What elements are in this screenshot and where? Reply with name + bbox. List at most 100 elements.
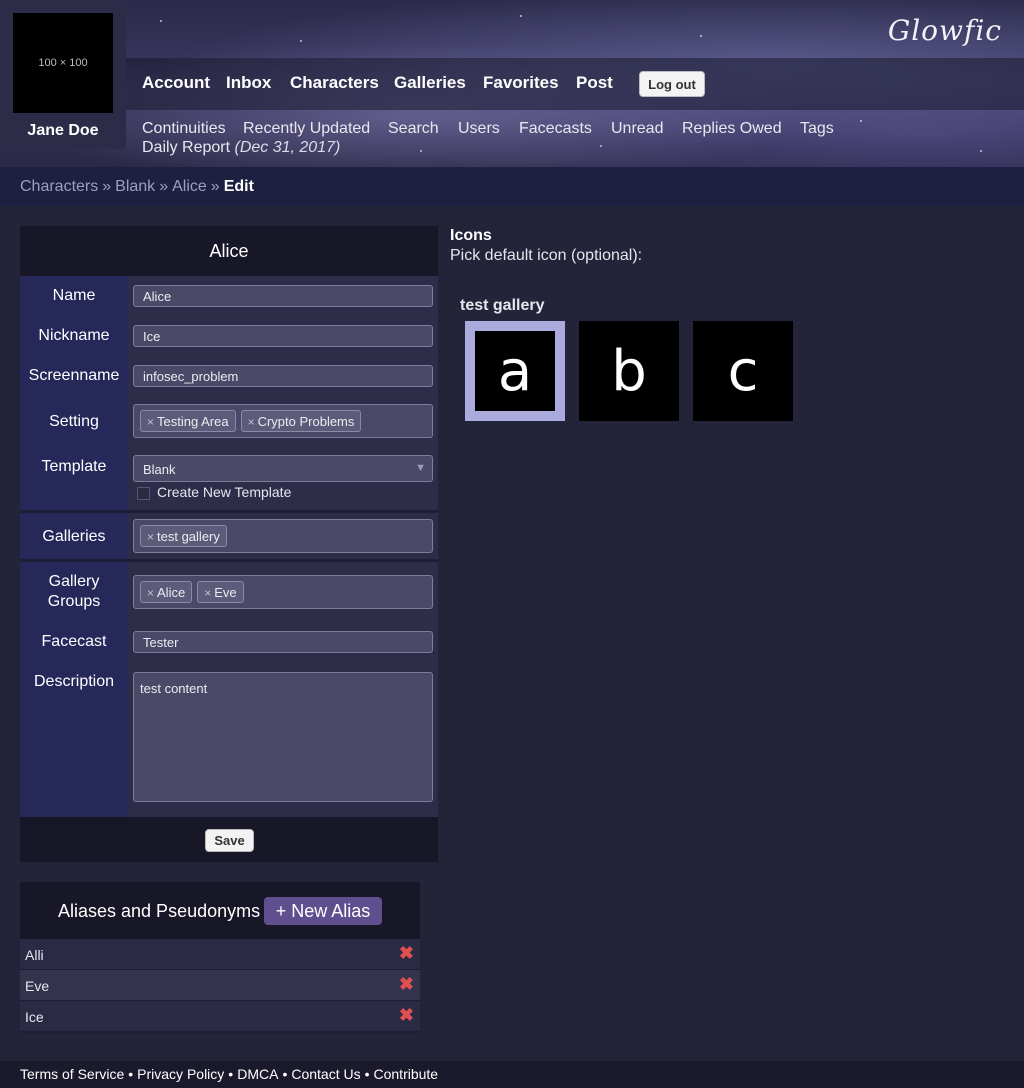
- breadcrumb-blank[interactable]: Blank: [115, 178, 155, 195]
- main-nav: Account Inbox Characters Galleries Favor…: [126, 58, 1024, 110]
- nickname-row: Nickname: [20, 316, 438, 356]
- nav-inbox[interactable]: Inbox: [226, 73, 271, 93]
- nav-galleries[interactable]: Galleries: [394, 73, 466, 93]
- site-footer: Terms of Service • Privacy Policy • DMCA • Con…: [0, 1061, 1024, 1088]
- character-edit-form: Alice Name Nickname Screenname Setting ×…: [20, 226, 438, 862]
- delete-icon[interactable]: ✖: [399, 974, 414, 995]
- subnav-users[interactable]: Users: [458, 120, 500, 138]
- setting-field-cell: × Testing Area × Crypto Problems: [128, 396, 438, 446]
- breadcrumb-alice[interactable]: Alice: [172, 178, 207, 195]
- icon-tile-b[interactable]: b: [579, 321, 679, 421]
- screenname-label: Screenname: [20, 356, 128, 396]
- daily-report-link[interactable]: Daily Report (Dec 31, 2017): [142, 139, 340, 157]
- icon-tile-letter: b: [611, 338, 647, 404]
- nav-post[interactable]: Post: [576, 73, 613, 93]
- setting-tag-input[interactable]: × Testing Area × Crypto Problems: [133, 404, 433, 438]
- template-field-cell: Blank ▼ Create New Template: [128, 446, 438, 510]
- nav-characters[interactable]: Characters: [290, 73, 379, 93]
- icon-tile-c[interactable]: c: [693, 321, 793, 421]
- star-decoration: [600, 145, 602, 147]
- gallery-groups-row: Gallery Groups × Alice × Eve: [20, 562, 438, 622]
- star-decoration: [420, 150, 422, 152]
- description-textarea[interactable]: test content: [133, 672, 433, 802]
- setting-tag: × Crypto Problems: [240, 410, 362, 432]
- description-label: Description: [20, 662, 128, 817]
- aliases-title: Aliases and Pseudonyms: [58, 901, 261, 921]
- setting-label: Setting: [20, 396, 128, 446]
- footer-dmca-link[interactable]: DMCA: [237, 1066, 278, 1082]
- create-template-label[interactable]: Create New Template: [157, 484, 291, 500]
- footer-contribute-link[interactable]: Contribute: [374, 1066, 439, 1082]
- star-decoration: [980, 150, 982, 152]
- avatar[interactable]: 100 × 100: [13, 13, 113, 113]
- nickname-label: Nickname: [20, 316, 128, 356]
- site-header: 100 × 100 Jane Doe Glowfic Account Inbox…: [0, 0, 1024, 167]
- subnav-continuities[interactable]: Continuities: [142, 120, 226, 138]
- nickname-input[interactable]: [133, 325, 433, 347]
- subnav-unread[interactable]: Unread: [611, 120, 663, 138]
- logout-button[interactable]: Log out: [639, 71, 705, 97]
- tag-label: Alice: [157, 585, 186, 600]
- facecast-input[interactable]: [133, 631, 433, 653]
- setting-row: Setting × Testing Area × Crypto Problems: [20, 396, 438, 446]
- username[interactable]: Jane Doe: [0, 122, 126, 140]
- subnav-replies-owed[interactable]: Replies Owed: [682, 120, 782, 138]
- form-title: Alice: [20, 226, 438, 276]
- galleries-tag-input[interactable]: × test gallery: [133, 519, 433, 553]
- template-row: Template Blank ▼ Create New Template: [20, 446, 438, 510]
- tag-remove-icon[interactable]: ×: [147, 586, 154, 600]
- footer-separator: •: [128, 1066, 134, 1082]
- screenname-input[interactable]: [133, 365, 433, 387]
- create-template-checkbox[interactable]: [137, 487, 150, 500]
- galleries-row: Galleries × test gallery: [20, 513, 438, 559]
- footer-contact-link[interactable]: Contact Us: [291, 1066, 360, 1082]
- breadcrumb: Characters» Blank» Alice» Edit: [0, 167, 1024, 206]
- subnav-tags[interactable]: Tags: [800, 120, 834, 138]
- save-button[interactable]: Save: [205, 829, 254, 852]
- star-decoration: [520, 15, 522, 17]
- gallery-groups-field-cell: × Alice × Eve: [128, 562, 438, 622]
- tag-remove-icon[interactable]: ×: [248, 415, 255, 429]
- tag-remove-icon[interactable]: ×: [147, 530, 154, 544]
- star-decoration: [700, 35, 702, 37]
- gallery-groups-tag-input[interactable]: × Alice × Eve: [133, 575, 433, 609]
- alias-name: Alli: [25, 947, 44, 963]
- subnav-facecasts[interactable]: Facecasts: [519, 120, 592, 138]
- delete-icon[interactable]: ✖: [399, 943, 414, 964]
- avatar-placeholder-text: 100 × 100: [38, 57, 88, 69]
- site-logo[interactable]: Glowfic: [888, 14, 1002, 47]
- tag-label: Testing Area: [157, 414, 229, 429]
- chevron-down-icon: ▼: [415, 462, 426, 474]
- gallery-group-tag: × Alice: [140, 581, 193, 603]
- tag-label: test gallery: [157, 529, 220, 544]
- star-decoration: [860, 120, 862, 122]
- galleries-label: Galleries: [20, 513, 128, 559]
- new-alias-button[interactable]: + New Alias: [264, 897, 382, 925]
- daily-report-date: (Dec 31, 2017): [234, 139, 341, 156]
- icon-tile-a[interactable]: a: [465, 321, 565, 421]
- facecast-label: Facecast: [20, 622, 128, 662]
- subnav-recently-updated[interactable]: Recently Updated: [243, 120, 370, 138]
- screenname-row: Screenname: [20, 356, 438, 396]
- nav-account[interactable]: Account: [142, 73, 210, 93]
- template-select[interactable]: Blank ▼: [133, 455, 433, 482]
- footer-terms-link[interactable]: Terms of Service: [20, 1066, 124, 1082]
- breadcrumb-characters[interactable]: Characters: [20, 178, 98, 195]
- name-label: Name: [20, 276, 128, 316]
- tag-label: Eve: [214, 585, 237, 600]
- gallery-title: test gallery: [460, 297, 545, 314]
- breadcrumb-separator: »: [159, 178, 169, 195]
- tag-remove-icon[interactable]: ×: [204, 586, 211, 600]
- alias-name: Eve: [25, 978, 50, 994]
- star-decoration: [300, 40, 302, 42]
- user-avatar-box: 100 × 100 Jane Doe: [0, 0, 126, 149]
- nav-favorites[interactable]: Favorites: [483, 73, 559, 93]
- delete-icon[interactable]: ✖: [399, 1005, 414, 1026]
- icons-title: Icons: [450, 227, 492, 244]
- footer-separator: •: [282, 1066, 288, 1082]
- subnav-search[interactable]: Search: [388, 120, 439, 138]
- gallery-tag: × test gallery: [140, 525, 227, 547]
- footer-privacy-link[interactable]: Privacy Policy: [137, 1066, 224, 1082]
- tag-remove-icon[interactable]: ×: [147, 415, 154, 429]
- name-input[interactable]: [133, 285, 433, 307]
